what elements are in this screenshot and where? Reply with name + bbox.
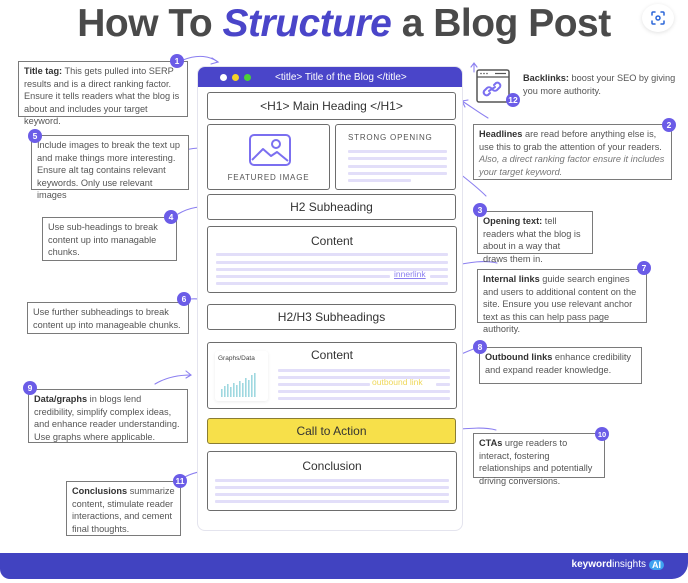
step-badge-1: 1 [170, 54, 184, 68]
h2-block: H2 Subheading [207, 194, 456, 220]
callout-headlines-heading: Headlines [479, 129, 523, 139]
step-badge-5: 5 [28, 129, 42, 143]
text-line [348, 165, 447, 168]
callout-data-graphs-heading: Data/graphs [34, 394, 88, 404]
callout-images: Include images to break the text up and … [31, 135, 189, 200]
text-line [216, 275, 390, 278]
innerlink[interactable]: innerlink [394, 269, 426, 279]
text-line [348, 179, 411, 182]
callout-ctas: CTAs urge readers to interact, fostering… [473, 433, 605, 486]
text-line [216, 261, 448, 264]
step-badge-3: 3 [473, 203, 487, 217]
step-badge-7: 7 [637, 261, 651, 275]
footer-bar: keyword insights AI [0, 553, 688, 579]
callout-backlinks: Backlinks: boost your SEO by giving you … [523, 72, 683, 97]
callout-subheadings-text: Use sub-headings to break content up int… [48, 222, 158, 258]
bar-chart-icon [221, 373, 256, 397]
callout-internal-links: Internal links guide search engines and … [477, 269, 647, 334]
text-line [348, 172, 447, 175]
callout-title-tag-heading: Title tag: [24, 66, 63, 76]
text-line [216, 282, 448, 285]
step-badge-4: 4 [164, 210, 178, 224]
cta-label: Call to Action [296, 424, 367, 438]
callout-data-graphs: Data/graphs in blogs lend credibility, s… [28, 389, 188, 443]
content-block-2: Content Graphs/Data outbound link [207, 342, 457, 409]
browser-title-bar: <title> Title of the Blog </title> [198, 67, 462, 87]
callout-opening-text-heading: Opening text: [483, 216, 543, 226]
brand-ai-badge: AI [649, 559, 664, 570]
text-line [348, 150, 447, 153]
callout-opening-text: Opening text: tell readers what the blog… [477, 211, 593, 264]
text-line [216, 253, 448, 256]
strong-opening-label: STRONG OPENING [348, 133, 433, 142]
call-to-action-block[interactable]: Call to Action [207, 418, 456, 444]
browser-mockup: <title> Title of the Blog </title> <H1> … [197, 66, 463, 531]
h2h3-label: H2/H3 Subheadings [277, 310, 386, 324]
callout-ctas-heading: CTAs [479, 438, 503, 448]
window-dot-white [220, 73, 227, 81]
graph-card: Graphs/Data [215, 351, 268, 401]
callout-internal-links-heading: Internal links [483, 274, 540, 284]
window-dot-green [244, 73, 251, 81]
title-accent: Structure [222, 2, 392, 45]
content-block-1: Content innerlink [207, 226, 457, 293]
step-badge-11: 11 [173, 474, 187, 488]
conclusion-label: Conclusion [302, 459, 362, 473]
callout-conclusions: Conclusions summarize content, stimulate… [66, 481, 181, 536]
page-title: How To Structure a Blog Post [0, 2, 688, 46]
text-line [215, 500, 449, 503]
callout-subheadings: Use sub-headings to break content up int… [42, 217, 177, 261]
text-line [215, 486, 449, 489]
step-badge-8: 8 [473, 340, 487, 354]
text-line [278, 369, 450, 372]
callout-further-subheadings-text: Use further subheadings to break content… [33, 307, 181, 330]
callout-images-text: Include images to break the text up and … [37, 140, 181, 201]
h2h3-block: H2/H3 Subheadings [207, 304, 456, 330]
strong-opening-block: STRONG OPENING [335, 124, 456, 190]
callout-outbound-links: Outbound links enhance credibility and e… [479, 347, 642, 384]
callout-outbound-links-heading: Outbound links [485, 352, 553, 362]
step-badge-10: 10 [595, 427, 609, 441]
callout-conclusions-heading: Conclusions [72, 486, 128, 496]
content-label: Content [310, 234, 354, 248]
step-badge-2: 2 [662, 118, 676, 132]
step-badge-12: 12 [506, 93, 520, 107]
window-dot-yellow [232, 73, 239, 81]
conclusion-block: Conclusion [207, 451, 457, 511]
h1-block: <H1> Main Heading </H1> [207, 92, 456, 120]
text-line [278, 376, 450, 379]
graphs-label: Graphs/Data [218, 355, 255, 362]
text-line [348, 157, 447, 160]
step-badge-6: 6 [177, 292, 191, 306]
brand-logo[interactable]: keyword insights AI [572, 559, 664, 570]
title-prefix: How To [77, 2, 223, 45]
step-badge-9: 9 [23, 381, 37, 395]
brand-light: insights [612, 559, 646, 570]
featured-image-label: FEATURED IMAGE [227, 173, 310, 182]
text-line [215, 493, 449, 496]
callout-headlines-note: Also, a direct ranking factor ensure it … [479, 154, 665, 177]
text-line [278, 397, 450, 400]
text-line [436, 383, 450, 386]
browser-title-text: <title> Title of the Blog </title> [275, 71, 407, 83]
outbound-link[interactable]: outbound link [372, 377, 423, 387]
text-line [278, 390, 450, 393]
text-line [430, 275, 448, 278]
arrow-9 [154, 374, 192, 385]
arrow-1 [182, 55, 219, 63]
lens-scan-icon [651, 11, 665, 25]
callout-title-tag: Title tag: This gets pulled into SERP re… [18, 61, 188, 126]
callout-backlinks-heading: Backlinks: [523, 73, 569, 83]
callout-further-subheadings: Use further subheadings to break content… [27, 302, 189, 334]
h1-label: <H1> Main Heading </H1> [260, 99, 403, 113]
brand-bold: keyword [571, 559, 613, 570]
text-line [215, 479, 449, 482]
title-suffix: a Blog Post [391, 2, 612, 45]
h2-label: H2 Subheading [290, 200, 373, 214]
lens-button[interactable] [642, 4, 674, 32]
featured-image-block: FEATURED IMAGE [207, 124, 330, 190]
callout-headlines: Headlines are read before anything else … [473, 124, 672, 180]
image-icon [249, 134, 291, 166]
text-line [278, 383, 370, 386]
